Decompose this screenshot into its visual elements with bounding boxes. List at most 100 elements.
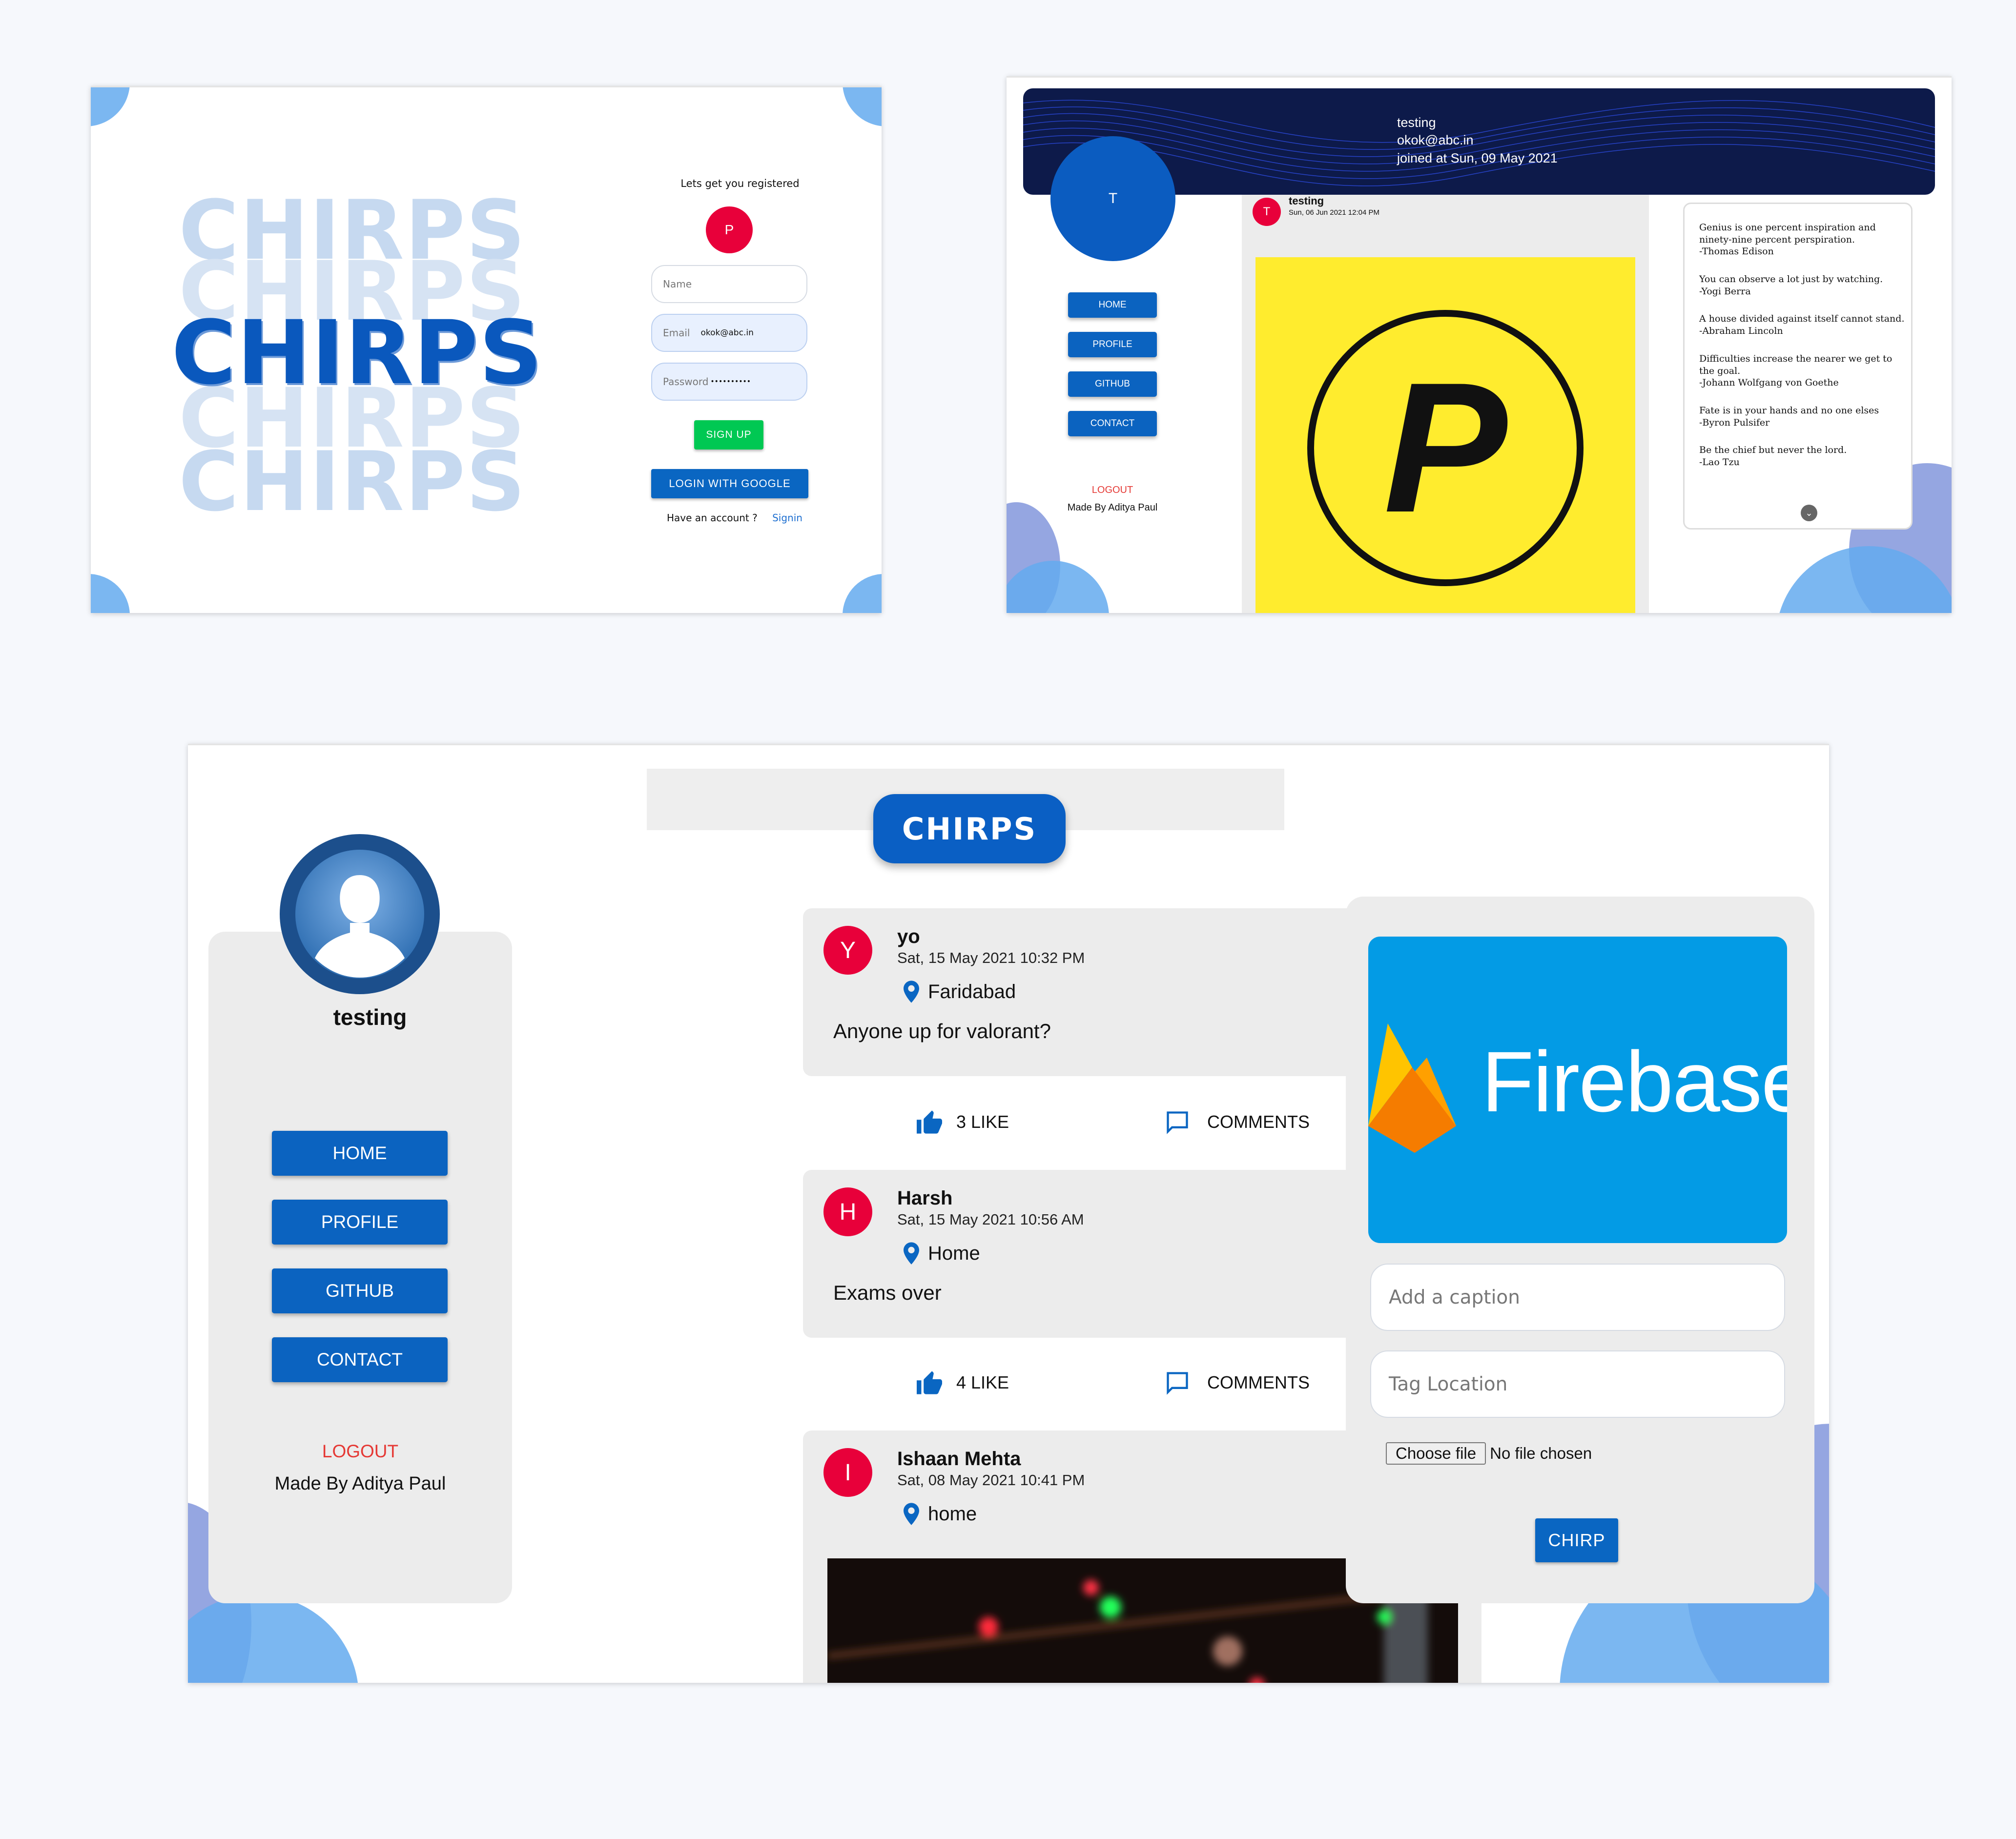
location-pin-icon — [904, 1503, 919, 1525]
google-login-button[interactable]: LOGIN WITH GOOGLE — [651, 469, 808, 498]
signup-button[interactable]: SIGN UP — [694, 420, 763, 450]
credit-text: Made By Aditya Paul — [1067, 502, 1158, 513]
file-picker: Choose file No file chosen — [1386, 1442, 1592, 1465]
email-value: okok@abc.in — [700, 328, 754, 338]
quote-item: Genius is one percent inspiration and ni… — [1699, 222, 1907, 258]
app-logo[interactable]: CHIRPS — [873, 794, 1066, 863]
brand-word-ghost: CHIRPS — [179, 434, 526, 530]
comment-icon — [1167, 1372, 1188, 1395]
banner-joined: joined at Sun, 09 May 2021 — [1397, 150, 1558, 165]
post-location: home — [904, 1503, 977, 1525]
quote-text: Genius is one percent inspiration and ni… — [1699, 222, 1876, 245]
nav-profile[interactable]: PROFILE — [272, 1200, 448, 1245]
profile-avatar: T — [1050, 136, 1175, 261]
quote-text: You can observe a lot just by watching. — [1699, 274, 1883, 285]
email-field[interactable]: Email okok@abc.in — [651, 314, 807, 352]
quote-author: -Thomas Edison — [1699, 246, 1774, 257]
quote-text: Difficulties increase the nearer we get … — [1699, 353, 1893, 376]
location-text: Faridabad — [928, 981, 1016, 1002]
quote-author: -Johann Wolfgang von Goethe — [1699, 377, 1839, 388]
post-avatar[interactable]: I — [823, 1448, 872, 1497]
post-date: Sat, 15 May 2021 10:32 PM — [897, 949, 1085, 966]
post-date: Sat, 08 May 2021 10:41 PM — [897, 1471, 1085, 1489]
comments-label: COMMENTS — [1207, 1112, 1310, 1132]
quote-author: -Byron Pulsifer — [1699, 417, 1770, 428]
post-text: Anyone up for valorant? — [833, 1020, 1051, 1042]
nav-home[interactable]: HOME — [272, 1131, 448, 1176]
password-field[interactable]: Password •••••••••• — [651, 363, 807, 401]
post-location: Faridabad — [904, 981, 1016, 1003]
comments-button[interactable]: COMMENTS — [1164, 1109, 1310, 1135]
quote-item: A house divided against itself cannot st… — [1699, 313, 1907, 337]
location-pin-icon — [904, 1242, 919, 1265]
logout-link[interactable]: LOGOUT — [208, 1441, 512, 1462]
nav-github[interactable]: GITHUB — [1068, 371, 1157, 397]
nav-github[interactable]: GITHUB — [272, 1268, 448, 1313]
profile-post: T testing Sun, 06 Jun 2021 12:04 PM P — [1242, 195, 1649, 613]
quote-text: Be the chief but never the lord. — [1699, 445, 1847, 456]
location-input[interactable]: Tag Location — [1370, 1350, 1785, 1418]
comment-icon — [1167, 1111, 1188, 1134]
nav-contact[interactable]: CONTACT — [272, 1337, 448, 1382]
quote-text: A house divided against itself cannot st… — [1699, 313, 1905, 325]
like-count: 3 LIKE — [956, 1112, 1009, 1132]
post-location: Home — [904, 1242, 980, 1265]
nav-home[interactable]: HOME — [1068, 292, 1157, 318]
post-date: Sat, 15 May 2021 10:56 AM — [897, 1211, 1084, 1228]
file-status: No file chosen — [1490, 1444, 1592, 1462]
banner-info: testing okok@abc.in joined at Sun, 09 Ma… — [1397, 114, 1558, 167]
profile-nav: HOME PROFILE GITHUB CONTACT — [1068, 292, 1157, 439]
user-silhouette-icon — [295, 850, 424, 979]
signup-heading: Lets get you registered — [680, 178, 800, 189]
post-author[interactable]: Harsh — [897, 1187, 952, 1209]
quote-item: Difficulties increase the nearer we get … — [1699, 353, 1907, 389]
post-author[interactable]: yo — [897, 926, 920, 948]
thumbs-up-icon — [917, 1371, 942, 1394]
post-image: P — [1255, 257, 1635, 613]
nav-contact[interactable]: CONTACT — [1068, 411, 1157, 436]
post-avatar[interactable]: H — [823, 1187, 872, 1236]
signin-prompt: Have an account ? Signin — [667, 512, 802, 524]
quote-author: -Abraham Lincoln — [1699, 326, 1783, 337]
location-text: home — [928, 1503, 977, 1525]
firebase-wordmark: Firebase — [1481, 1034, 1787, 1130]
post-actions: 3 LIKE COMMENTS — [915, 1109, 1355, 1139]
sidebar-nav: HOME PROFILE GITHUB CONTACT — [272, 1131, 448, 1385]
nav-profile[interactable]: PROFILE — [1068, 332, 1157, 357]
post-author: testing — [1289, 195, 1324, 207]
signup-avatar[interactable]: P — [706, 206, 753, 253]
post-author[interactable]: Ishaan Mehta — [897, 1448, 1021, 1470]
email-label: Email — [663, 327, 690, 339]
corner-blob — [91, 574, 130, 613]
signin-link[interactable]: Signin — [772, 512, 802, 524]
credit-text: Made By Aditya Paul — [274, 1473, 446, 1494]
banner-name: testing — [1397, 115, 1436, 130]
quotes-panel: Genius is one percent inspiration and ni… — [1683, 203, 1913, 530]
sidebar-username: testing — [333, 1004, 407, 1030]
p-logo-letter: P — [1383, 344, 1507, 551]
post-text: Exams over — [833, 1281, 942, 1304]
quote-author: -Yogi Berra — [1699, 286, 1751, 297]
like-count: 4 LIKE — [956, 1372, 1009, 1392]
caption-input[interactable]: Add a caption — [1370, 1264, 1785, 1331]
thumbs-up-icon — [917, 1110, 942, 1134]
like-button[interactable]: 4 LIKE — [915, 1370, 1009, 1395]
logout-link[interactable]: LOGOUT — [1068, 485, 1157, 496]
chirp-submit-button[interactable]: CHIRP — [1535, 1518, 1618, 1562]
quote-item: Fate is in your hands and no one elses -B… — [1699, 405, 1907, 429]
user-avatar[interactable] — [280, 834, 440, 994]
password-value: •••••••••• — [710, 378, 751, 386]
corner-blob — [843, 87, 882, 126]
have-account-text: Have an account ? — [667, 512, 758, 524]
brand-word: CHIRPS — [171, 302, 543, 404]
password-label: Password — [663, 376, 709, 388]
name-field[interactable]: Name — [651, 265, 807, 303]
choose-file-button[interactable]: Choose file — [1386, 1442, 1486, 1465]
comments-label: COMMENTS — [1207, 1372, 1310, 1392]
quote-item: Be the chief but never the lord. -Lao Tzu — [1699, 444, 1907, 468]
comments-button[interactable]: COMMENTS — [1164, 1370, 1310, 1395]
like-button[interactable]: 3 LIKE — [915, 1109, 1009, 1135]
post-avatar[interactable]: Y — [823, 926, 872, 975]
scroll-down-icon[interactable]: ⌄ — [1801, 505, 1817, 521]
post-avatar: T — [1253, 198, 1281, 226]
